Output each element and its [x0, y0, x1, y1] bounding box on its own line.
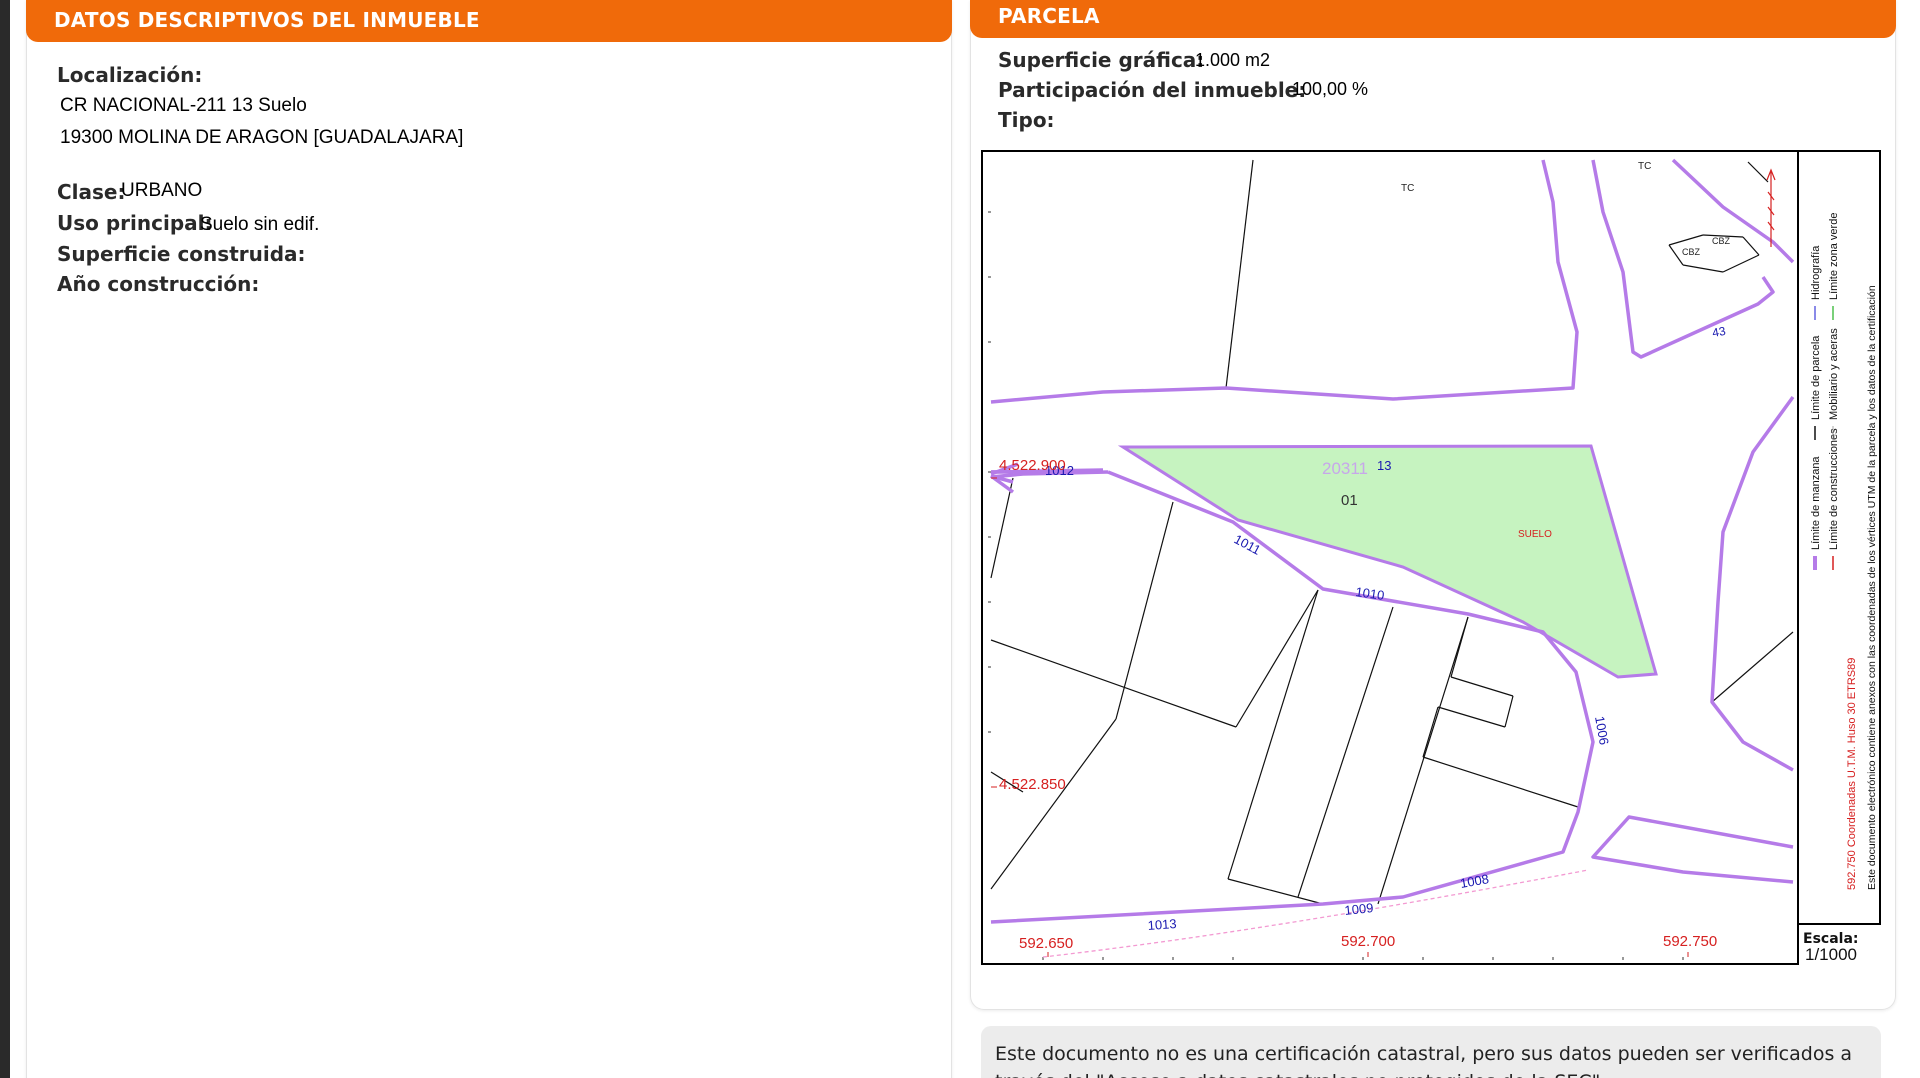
localizacion-line2: 19300 MOLINA DE ARAGON [GUADALAJARA]	[60, 127, 464, 148]
map-legend: Límite de manzana Límite de parcela Hidr…	[1797, 150, 1881, 925]
legend-nota: Este documento electrónico contiene anex…	[1866, 285, 1878, 890]
superficie-grafica-label: Superficie gráfica:	[998, 48, 1205, 72]
map-label-43: 43	[1711, 324, 1727, 340]
scale-value: 1/1000	[1805, 945, 1857, 964]
map-label-1008: 1008	[1459, 871, 1490, 891]
uso-principal-value: Suelo sin edif.	[200, 214, 320, 235]
coord-x-592700: 592.700	[1341, 933, 1395, 950]
coord-x-592650: 592.650	[1019, 935, 1073, 952]
coord-y-4522900: 4.522.900	[999, 457, 1066, 474]
superficie-construida-label: Superficie construida:	[57, 242, 306, 266]
participacion-label: Participación del inmueble:	[998, 78, 1307, 102]
legend-parcela: Límite de parcela	[1810, 335, 1822, 420]
legend-hidrografia: Hidrografía	[1810, 245, 1822, 300]
legend-coordenadas: 592.750 Coordenadas U.T.M. Huso 30 ETRS8…	[1846, 658, 1858, 890]
scale-label: Escala:	[1803, 931, 1859, 947]
map-label-1011: 1011	[1232, 531, 1264, 557]
subject-parcel	[1117, 444, 1658, 679]
map-label-1013: 1013	[1147, 916, 1177, 933]
anio-construccion-label: Año construcción:	[57, 272, 260, 296]
legend-zona-verde: Límite zona verde	[1828, 213, 1840, 300]
map-label-1010: 1010	[1355, 584, 1386, 603]
map-label-cbz1: CBZ	[1712, 236, 1731, 246]
coord-y-4522850: 4.522.850	[999, 776, 1066, 793]
legend-mobiliario: Mobiliario y aceras	[1828, 328, 1840, 420]
legend-construcciones: Límite de construcciones	[1828, 428, 1840, 550]
map-label-tc1: TC	[1401, 183, 1414, 194]
verification-note: Este documento no es una certificación c…	[981, 1026, 1881, 1078]
cadastral-map: TC TC CBZ CBZ 43 20311 13 01 SUELO 1012 …	[981, 150, 1881, 965]
coord-x-592750: 592.750	[1663, 933, 1717, 950]
map-label-cbz2: CBZ	[1682, 247, 1701, 257]
map-label-parcel-ref: 20311	[1322, 459, 1368, 478]
superficie-grafica-value: 1.000 m2	[1195, 50, 1271, 70]
map-label-1006: 1006	[1592, 715, 1612, 746]
clase-label: Clase:	[57, 180, 126, 204]
window-edge	[0, 0, 10, 1078]
map-canvas: TC TC CBZ CBZ 43 20311 13 01 SUELO 1012 …	[988, 158, 1795, 960]
map-scale: Escala: 1/1000	[1797, 923, 1881, 965]
map-label-suelo: SUELO	[1518, 529, 1552, 540]
tipo-label: Tipo:	[998, 108, 1055, 132]
clase-value: URBANO	[121, 180, 203, 201]
parcela-header: PARCELA	[970, 0, 1896, 38]
map-label-01: 01	[1341, 492, 1358, 509]
descriptive-data-header: DATOS DESCRIPTIVOS DEL INMUEBLE	[26, 0, 952, 42]
map-label-tc2: TC	[1638, 161, 1651, 172]
localizacion-label: Localización:	[57, 63, 203, 87]
map-label-1009: 1009	[1344, 900, 1374, 918]
uso-principal-label: Uso principal:	[57, 211, 213, 235]
descriptive-data-panel	[26, 0, 952, 1078]
map-label-13: 13	[1377, 458, 1391, 473]
participacion-value: 100,00 %	[1292, 79, 1369, 99]
localizacion-line1: CR NACIONAL-211 13 Suelo	[60, 95, 307, 116]
legend-manzana: Límite de manzana	[1810, 456, 1822, 550]
